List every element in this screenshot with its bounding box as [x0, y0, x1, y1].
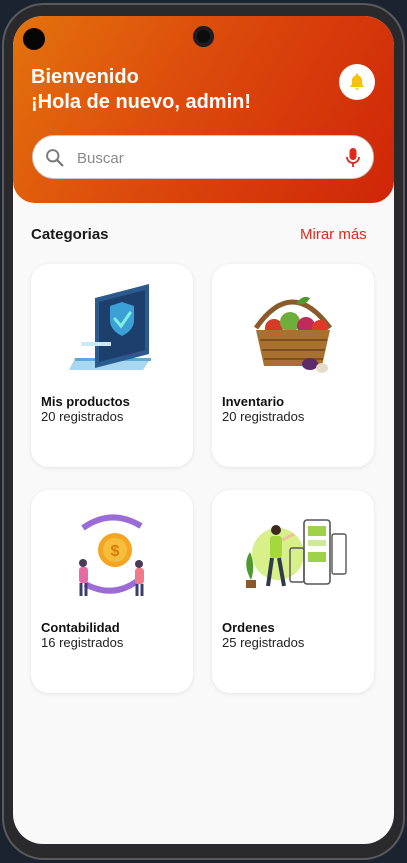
coin-exchange-illustration: $ [79, 514, 144, 596]
welcome-text: Bienvenido ¡Hola de nuevo, admin! [31, 65, 251, 115]
category-name: Contabilidad [41, 620, 120, 635]
notifications-button[interactable] [339, 64, 375, 100]
search-input[interactable] [75, 136, 339, 180]
category-count: 20 registrados [222, 409, 305, 424]
search-bar[interactable] [32, 135, 374, 180]
category-name: Ordenes [222, 620, 275, 635]
front-camera [23, 28, 45, 50]
category-card-products[interactable]: Mis productos 20 registrados [31, 264, 193, 467]
category-count: 25 registrados [222, 635, 305, 650]
app-screen: Bienvenido ¡Hola de nuevo, admin! Catego… [13, 16, 394, 844]
vegetable-basket-illustration [253, 296, 333, 373]
search-icon [46, 149, 64, 167]
svg-text:$: $ [111, 543, 120, 560]
category-card-inventory[interactable]: Inventario 20 registrados [212, 264, 374, 467]
greeting-title: Bienvenido [31, 66, 139, 88]
category-name: Mis productos [41, 394, 130, 409]
category-count: 20 registrados [41, 409, 124, 424]
bell-icon [350, 73, 364, 90]
see-more-link[interactable]: Mirar más [300, 226, 367, 243]
greeting-subtitle: ¡Hola de nuevo, admin! [31, 91, 252, 113]
person-ui-screens-illustration [246, 519, 347, 588]
category-card-orders[interactable]: Ordenes 25 registrados [212, 490, 374, 693]
mic-icon[interactable] [344, 146, 362, 170]
categories-title: Categorias [31, 226, 109, 243]
laptop-shield-illustration [69, 284, 151, 370]
category-name: Inventario [222, 394, 285, 409]
category-card-accounting[interactable]: $ Contabilidad 16 registrados [31, 490, 193, 693]
top-camera [193, 26, 214, 47]
category-count: 16 registrados [41, 635, 124, 650]
